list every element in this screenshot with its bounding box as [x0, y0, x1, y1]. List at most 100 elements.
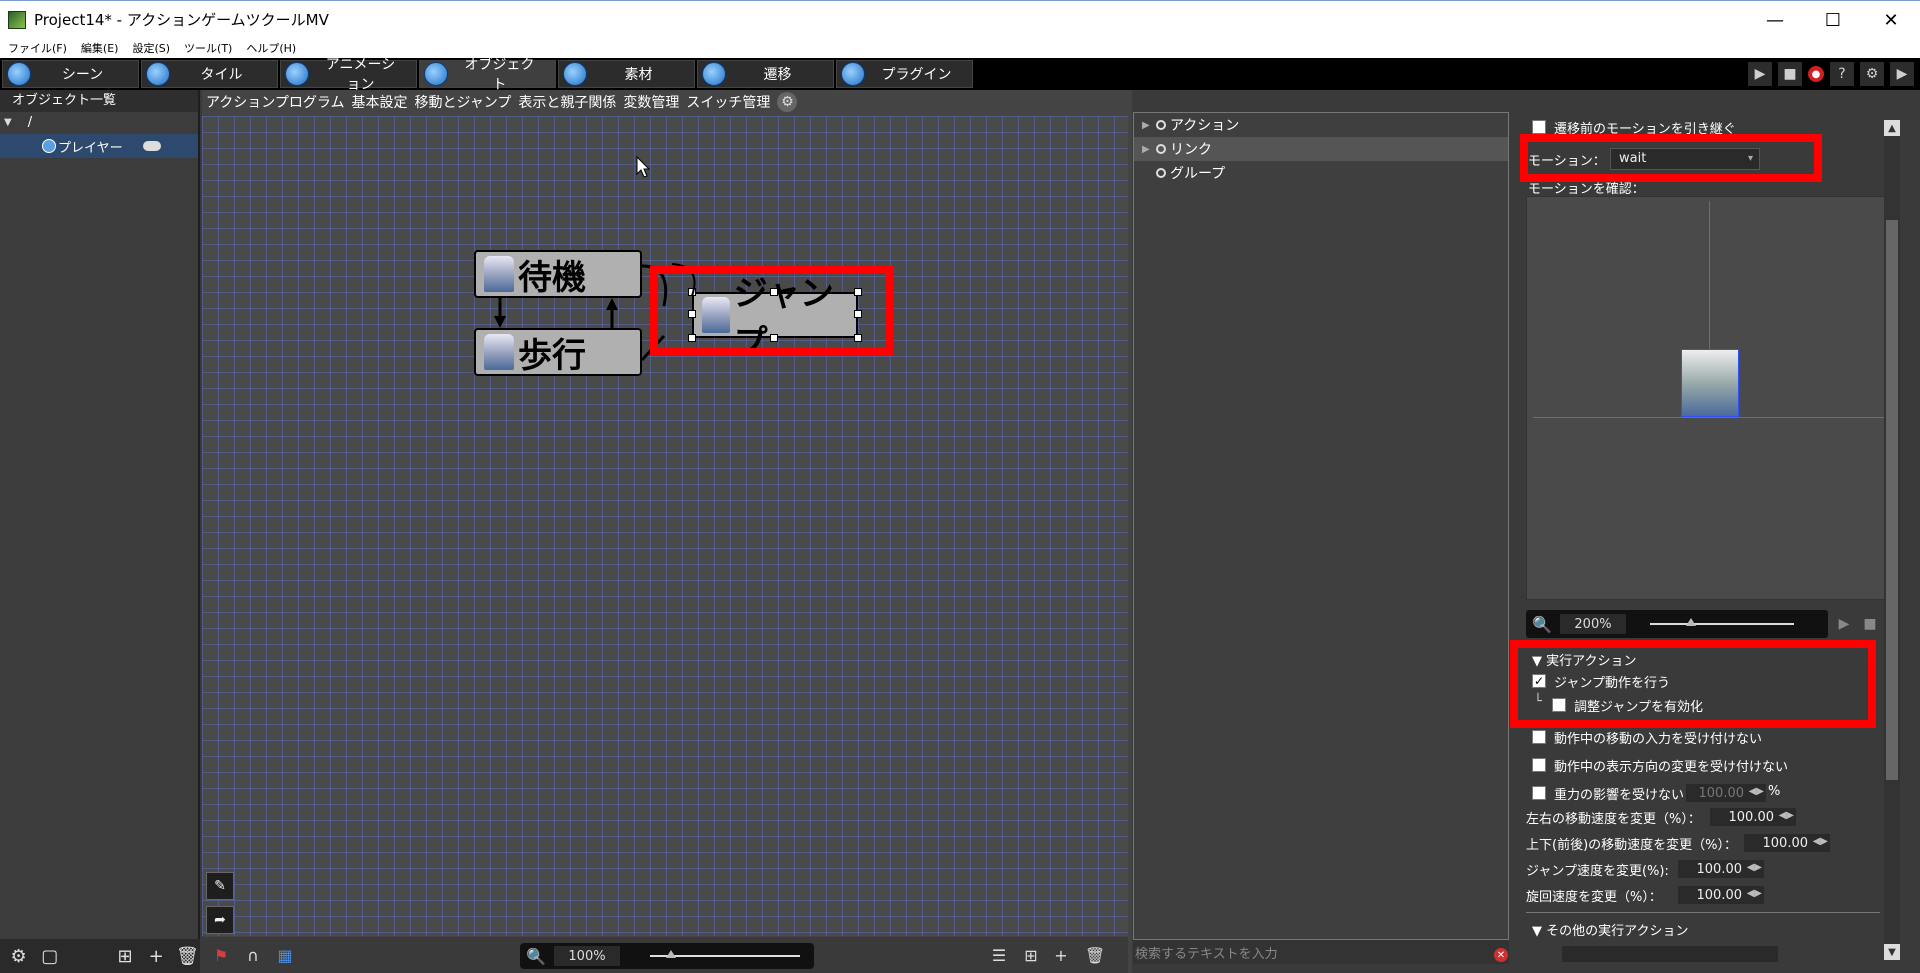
- other-actions-field[interactable]: [1562, 946, 1778, 962]
- folder-icon[interactable]: ▢: [37, 943, 62, 969]
- tab-basic-settings[interactable]: 基本設定: [351, 92, 407, 112]
- adjust-jump-checkbox[interactable]: [1552, 698, 1566, 712]
- action-item-action[interactable]: ▶ アクション: [1134, 113, 1508, 137]
- main-tabs: シーン タイル アニメーション オブジェクト 素材 遷移 プラグイン ▶ ■ ●…: [0, 57, 1920, 93]
- tab-move-jump[interactable]: 移動とジャンプ: [414, 92, 511, 112]
- spin-arrows[interactable]: ◀▶: [1813, 836, 1828, 847]
- key-icon: [1156, 120, 1166, 130]
- motion-select[interactable]: wait: [1610, 148, 1760, 170]
- help-icon[interactable]: ?: [1830, 62, 1854, 86]
- slider-thumb[interactable]: [1686, 618, 1696, 626]
- inherit-motion-checkbox[interactable]: [1532, 120, 1546, 134]
- play-icon[interactable]: ▶: [1832, 612, 1856, 636]
- minimize-button[interactable]: —: [1746, 1, 1804, 39]
- pen-icon[interactable]: ✎: [206, 872, 234, 900]
- add-action-icon[interactable]: +: [1048, 942, 1074, 968]
- preview-crosshair-h: [1533, 417, 1897, 418]
- slider-thumb[interactable]: [666, 950, 676, 958]
- close-button[interactable]: ✕: [1862, 1, 1920, 39]
- gear-icon[interactable]: ⚙: [777, 92, 798, 112]
- add-folder-icon[interactable]: ⊞: [112, 943, 137, 969]
- play-icon[interactable]: ▶: [1890, 62, 1914, 86]
- redo-link-icon[interactable]: ➦: [206, 906, 234, 934]
- action-item-group[interactable]: グループ: [1134, 161, 1508, 185]
- no-dir-change-checkbox[interactable]: [1532, 758, 1546, 772]
- state-wait[interactable]: 待機: [474, 250, 642, 298]
- stop-icon[interactable]: ■: [1778, 62, 1802, 86]
- jump-do-checkbox[interactable]: ✓: [1532, 674, 1546, 688]
- add-group-icon[interactable]: ⊞: [1018, 942, 1044, 968]
- spin-arrows[interactable]: ◀▶: [1747, 862, 1762, 873]
- tab-plugin[interactable]: プラグイン: [836, 60, 973, 88]
- menu-edit[interactable]: 編集(E): [81, 40, 119, 56]
- add-object-icon[interactable]: +: [144, 943, 169, 969]
- canvas-toolbar: ⚑ ∩ ▦ 🔍 100% ☰ ⊞ + 🗑: [202, 937, 1128, 973]
- no-move-input-checkbox[interactable]: [1532, 730, 1546, 744]
- tab-object[interactable]: オブジェクト: [419, 57, 556, 93]
- grid-icon[interactable]: ▦: [272, 942, 298, 968]
- section-divider: [1526, 912, 1880, 913]
- properties-panel: 遷移前のモーションを引き継ぐ モーション： wait モーションを確認： 🔍 2…: [1510, 112, 1920, 973]
- tab-action-program[interactable]: アクションプログラム: [206, 92, 344, 112]
- clear-search-icon[interactable]: ✕: [1494, 948, 1508, 962]
- debug-icon[interactable]: ●: [1808, 66, 1824, 82]
- zoom-slider[interactable]: [650, 950, 800, 958]
- spin-arrows[interactable]: ◀▶: [1779, 810, 1794, 821]
- scroll-up-icon[interactable]: ▲: [1884, 120, 1900, 136]
- tab-transition[interactable]: 遷移: [697, 60, 834, 88]
- scroll-down-icon[interactable]: ▼: [1884, 944, 1900, 960]
- menu-settings[interactable]: 設定(S): [132, 40, 170, 56]
- tab-variables[interactable]: 変数管理: [623, 92, 679, 112]
- canvas-zoom-bar: 🔍 100%: [520, 943, 814, 969]
- scene-icon: [7, 62, 31, 86]
- window-controls: — ☐ ✕: [1746, 1, 1920, 39]
- tab-tile[interactable]: タイル: [141, 60, 278, 88]
- gravity-value: 100.00: [1698, 785, 1745, 801]
- menu-tools[interactable]: ツール(T): [184, 40, 232, 56]
- collapse-icon[interactable]: ▼: [4, 112, 12, 134]
- transition-icon: [702, 62, 726, 86]
- tree-root[interactable]: ▼ /: [0, 112, 198, 134]
- magnet-icon[interactable]: ∩: [240, 942, 266, 968]
- tree-item-player[interactable]: プレイヤー: [0, 134, 198, 158]
- tab-switches[interactable]: スイッチ管理: [686, 92, 770, 112]
- spin-arrows[interactable]: ◀▶: [1747, 888, 1762, 899]
- expand-icon[interactable]: ▶: [1142, 144, 1156, 155]
- program-canvas[interactable]: 待機 歩行 ジャンプ ✎ ➦: [202, 116, 1128, 936]
- expand-icon[interactable]: ▶: [1142, 120, 1156, 131]
- no-gravity-checkbox[interactable]: [1532, 786, 1546, 800]
- scroll-thumb[interactable]: [1886, 220, 1898, 780]
- other-actions-header[interactable]: ▼ その他の実行アクション: [1532, 920, 1689, 939]
- search-input[interactable]: 検索するテキストを入力: [1133, 940, 1509, 964]
- action-item-link[interactable]: ▶ リンク: [1134, 137, 1508, 161]
- tab-label: シーン: [61, 67, 104, 83]
- zoom-value[interactable]: 100%: [554, 946, 620, 966]
- tab-display-parent[interactable]: 表示と親子関係: [518, 92, 616, 112]
- preview-zoom-value[interactable]: 200%: [1560, 614, 1626, 634]
- jump-speed-field[interactable]: 100.00 ◀▶: [1678, 860, 1764, 878]
- menu-file[interactable]: ファイル(F): [8, 40, 67, 56]
- list-icon[interactable]: ☰: [986, 942, 1012, 968]
- play-scene-icon[interactable]: ▶: [1748, 62, 1772, 86]
- lr-speed-field[interactable]: 100.00 ◀▶: [1710, 808, 1796, 826]
- stop-icon[interactable]: ■: [1858, 612, 1882, 636]
- tab-scene[interactable]: シーン: [2, 60, 139, 88]
- rot-speed-field[interactable]: 100.00 ◀▶: [1678, 886, 1764, 904]
- trash-icon[interactable]: 🗑: [175, 943, 200, 969]
- link-arrowhead: [494, 316, 506, 328]
- maximize-button[interactable]: ☐: [1804, 1, 1862, 39]
- settings-icon[interactable]: ⚙: [6, 943, 31, 969]
- tab-animation[interactable]: アニメーション: [280, 57, 417, 93]
- tab-resource[interactable]: 素材: [558, 60, 695, 88]
- ud-speed-field[interactable]: 100.00 ◀▶: [1744, 834, 1830, 852]
- trash-icon[interactable]: 🗑: [1082, 942, 1108, 968]
- properties-scrollbar[interactable]: ▲ ▼: [1884, 120, 1900, 960]
- ud-speed-label: 上下(前後)の移動速度を変更（%）：: [1526, 838, 1737, 853]
- state-walk[interactable]: 歩行: [474, 328, 642, 376]
- preview-zoom-slider[interactable]: [1650, 618, 1794, 626]
- link-arrowhead: [606, 298, 618, 310]
- flag-icon[interactable]: ⚑: [208, 942, 234, 968]
- action-label: アクション: [1170, 118, 1240, 134]
- menu-help[interactable]: ヘルプ(H): [246, 40, 296, 56]
- gear-icon[interactable]: ⚙: [1860, 62, 1884, 86]
